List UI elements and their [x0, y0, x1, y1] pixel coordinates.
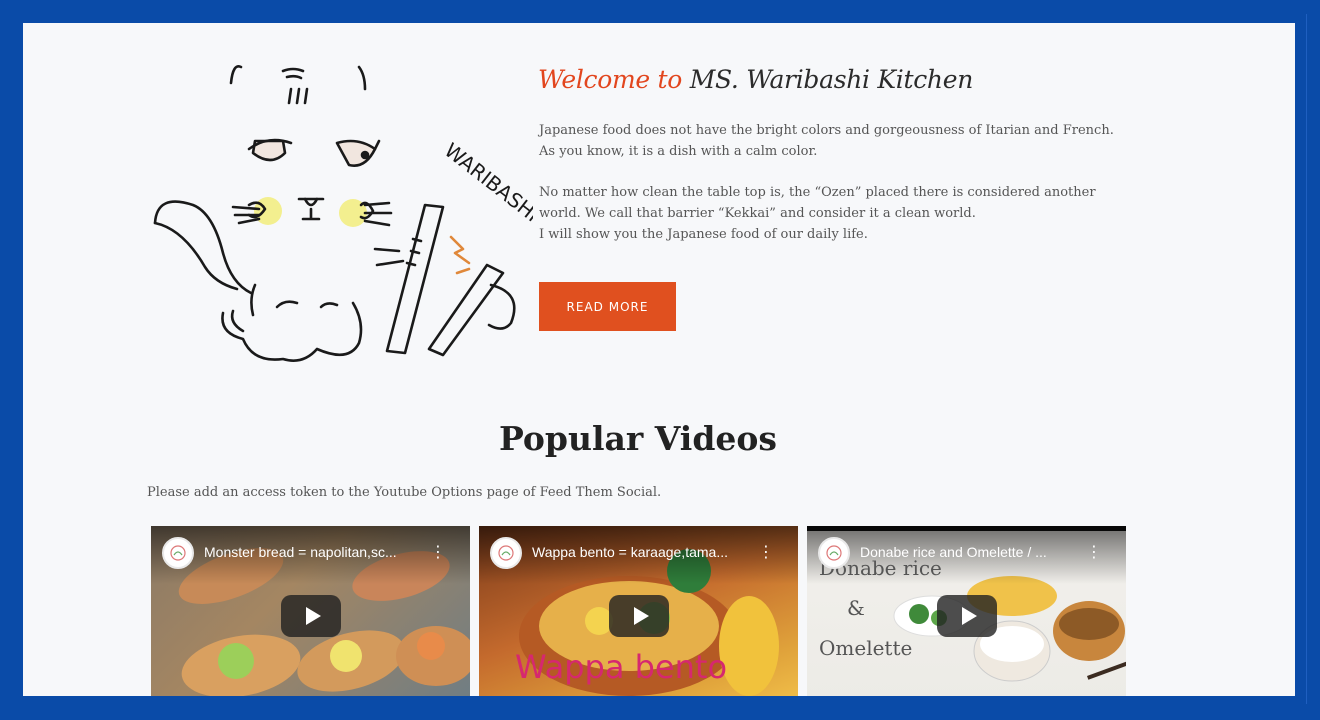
welcome-prefix: Welcome to [538, 65, 683, 94]
popular-videos-title: Popular Videos [498, 419, 778, 458]
play-icon[interactable] [937, 595, 997, 637]
thumbnail-caption-line-3: Omelette [819, 636, 913, 660]
more-vert-icon[interactable]: ⋮ [758, 544, 774, 560]
channel-avatar-icon[interactable] [490, 537, 522, 569]
read-more-button[interactable]: READ MORE [539, 282, 676, 331]
play-icon[interactable] [609, 595, 669, 637]
video-card-3[interactable]: Donabe rice & Omelette Donabe rice and O… [807, 526, 1126, 696]
access-token-notice: Please add an access token to the Youtub… [147, 485, 662, 500]
channel-avatar-icon[interactable] [162, 537, 194, 569]
video-title[interactable]: Wappa bento = karaage,tama... [532, 544, 752, 560]
play-icon[interactable] [281, 595, 341, 637]
thumbnail-caption-line-2: & [847, 596, 865, 620]
illustration-waribashi-text: WARIBASHI [440, 138, 533, 227]
channel-avatar-icon[interactable] [818, 537, 850, 569]
welcome-heading: Welcome to MS. Waribashi Kitchen [538, 65, 973, 94]
more-vert-icon[interactable]: ⋮ [430, 544, 446, 560]
intro-paragraph-2: No matter how clean the table top is, th… [539, 182, 1119, 245]
video-title[interactable]: Monster bread = napolitan,sc... [204, 544, 424, 560]
intro-paragraph-2-line-1: No matter how clean the table top is, th… [539, 185, 1096, 221]
video-card-1[interactable]: Monster bread = napolitan,sc... ⋮ [151, 526, 470, 696]
video-title[interactable]: Donabe rice and Omelette / ... [860, 544, 1080, 560]
video-card-2[interactable]: Wappa bento Wappa bento = karaage,tama..… [479, 526, 798, 696]
intro-paragraph-2-line-2: I will show you the Japanese food of our… [539, 227, 868, 242]
intro-paragraph-1: Japanese food does not have the bright c… [539, 123, 1114, 159]
thumbnail-caption: Wappa bento [515, 648, 728, 686]
welcome-name: MS. Waribashi Kitchen [689, 65, 974, 94]
page-frame: WARIBASHI Welcome to MS. Waribashi Kitch… [23, 23, 1295, 696]
frame-edge-line [1306, 14, 1307, 704]
more-vert-icon[interactable]: ⋮ [1086, 544, 1102, 560]
cat-chopsticks-illustration: WARIBASHI [153, 65, 533, 362]
